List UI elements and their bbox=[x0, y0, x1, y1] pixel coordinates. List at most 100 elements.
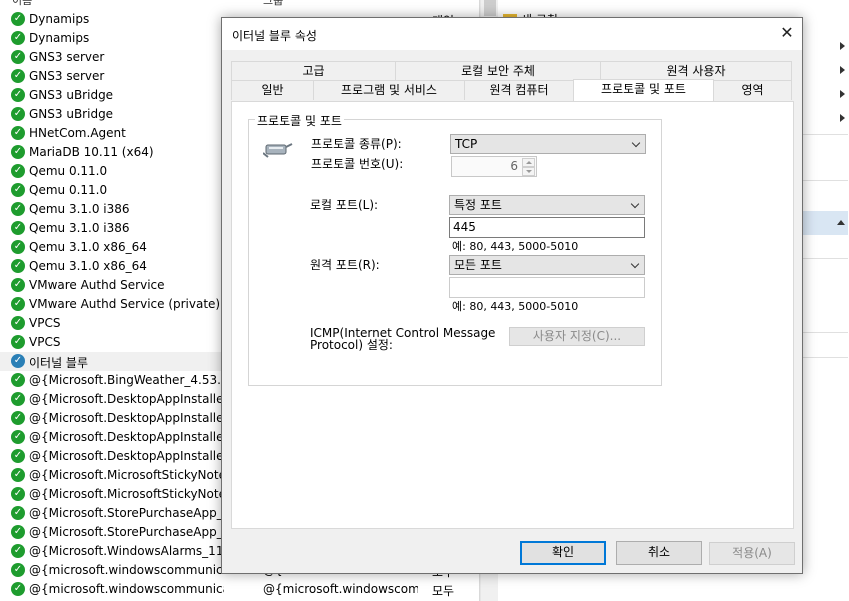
local-port-input[interactable]: 445 bbox=[449, 217, 645, 238]
enabled-check-icon: ✓ bbox=[11, 88, 25, 102]
remote-port-mode: 모든 포트 bbox=[454, 258, 502, 272]
tab-protocols-ports[interactable]: 프로토콜 및 포트 bbox=[573, 79, 714, 101]
enabled-check-icon: ✓ bbox=[11, 582, 25, 596]
row-name: Qemu 0.11.0 bbox=[29, 183, 108, 197]
submenu-arrow-icon bbox=[840, 66, 845, 74]
enabled-check-icon: ✓ bbox=[11, 563, 25, 577]
row-name: GNS3 uBridge bbox=[29, 88, 114, 102]
properties-dialog: 이터널 블루 속성 ✕ 고급 로컬 보안 주체 원격 사용자 일반 프로그램 및… bbox=[221, 17, 803, 574]
icmp-customize-button: 사용자 지정(C)... bbox=[509, 327, 645, 346]
tab-remote-users[interactable]: 원격 사용자 bbox=[600, 61, 792, 81]
enabled-check-icon: ✓ bbox=[11, 430, 25, 444]
enabled-check-icon: ✓ bbox=[11, 259, 25, 273]
table-row[interactable]: ✓ @{microsoft.windowscommunicationsa... @{… bbox=[0, 580, 480, 599]
divider bbox=[799, 180, 848, 181]
enabled-check-icon: ✓ bbox=[11, 297, 25, 311]
enabled-check-icon: ✓ bbox=[11, 468, 25, 482]
local-port-mode: 특정 포트 bbox=[454, 198, 502, 212]
row-name: @{Microsoft.DesktopAppInstaller_1. bbox=[29, 430, 224, 444]
row-name: GNS3 server bbox=[29, 69, 105, 83]
enabled-check-icon: ✓ bbox=[11, 31, 25, 45]
tab-scope[interactable]: 영역 bbox=[713, 80, 792, 100]
row-name: GNS3 uBridge bbox=[29, 107, 114, 121]
row-name: GNS3 server bbox=[29, 50, 105, 64]
submenu-arrow-icon bbox=[840, 114, 845, 122]
protocol-type-label: 프로토콜 종류(P): bbox=[311, 137, 402, 151]
enabled-check-icon: ✓ bbox=[11, 12, 25, 26]
remote-port-hint: 예: 80, 443, 5000-5010 bbox=[452, 300, 579, 313]
row-name: Dynamips bbox=[29, 31, 90, 45]
group-label: 프로토콜 및 포트 bbox=[255, 112, 344, 129]
row-name: MariaDB 10.11 (x64) bbox=[29, 145, 154, 159]
protocol-type-select[interactable]: TCP bbox=[450, 134, 646, 154]
row-name: @{Microsoft.DesktopAppInstaller_1. bbox=[29, 449, 224, 463]
row-name: VPCS bbox=[29, 316, 61, 330]
col-group-header[interactable]: 그룹 bbox=[263, 0, 283, 8]
spin-down-icon[interactable] bbox=[522, 167, 535, 176]
icmp-label: ICMP(Internet Control Message Protocol) … bbox=[310, 327, 495, 351]
row-name: Dynamips bbox=[29, 12, 90, 26]
enabled-check-icon: ✓ bbox=[11, 354, 25, 368]
row-name: Qemu 3.1.0 x86_64 bbox=[29, 259, 147, 273]
enabled-check-icon: ✓ bbox=[11, 202, 25, 216]
divider bbox=[799, 332, 848, 333]
enabled-check-icon: ✓ bbox=[11, 449, 25, 463]
remote-port-select[interactable]: 모든 포트 bbox=[449, 255, 645, 275]
ok-button[interactable]: 확인 bbox=[520, 541, 606, 565]
row-name: 이터널 블루 bbox=[29, 356, 89, 370]
enabled-check-icon: ✓ bbox=[11, 126, 25, 140]
enabled-check-icon: ✓ bbox=[11, 335, 25, 349]
row-name: @{Microsoft.DesktopAppInstaller_1. bbox=[29, 392, 224, 406]
tab-local-principals[interactable]: 로컬 보안 주체 bbox=[395, 61, 601, 81]
submenu-arrow-icon bbox=[840, 42, 845, 50]
row-name: @{Microsoft.MicrosoftStickyNotes_6 bbox=[29, 468, 224, 482]
remote-port-input bbox=[449, 277, 645, 298]
row-name: VPCS bbox=[29, 335, 61, 349]
row-name: Qemu 0.11.0 bbox=[29, 164, 108, 178]
enabled-check-icon: ✓ bbox=[11, 164, 25, 178]
enabled-check-icon: ✓ bbox=[11, 392, 25, 406]
col-name-header[interactable]: 이름 bbox=[12, 0, 32, 8]
section-header[interactable] bbox=[799, 211, 848, 235]
icmp-label-line2: Protocol) 설정: bbox=[310, 338, 393, 352]
row-name: HNetCom.Agent bbox=[29, 126, 126, 140]
row-group: @{microsoft.windowscom... bbox=[263, 582, 418, 596]
spin-up-icon[interactable] bbox=[522, 158, 535, 167]
row-name: @{microsoft.windowscommunicationsa... bbox=[29, 563, 224, 577]
dialog-titlebar[interactable]: 이터널 블루 속성 ✕ bbox=[222, 18, 802, 50]
row-name: @{Microsoft.StorePurchaseApp_224 bbox=[29, 506, 224, 520]
network-plug-icon bbox=[263, 143, 293, 158]
enabled-check-icon: ✓ bbox=[11, 278, 25, 292]
enabled-check-icon: ✓ bbox=[11, 240, 25, 254]
enabled-check-icon: ✓ bbox=[11, 107, 25, 121]
enabled-check-icon: ✓ bbox=[11, 506, 25, 520]
apply-button: 적용(A) bbox=[709, 542, 795, 565]
enabled-check-icon: ✓ bbox=[11, 221, 25, 235]
enabled-check-icon: ✓ bbox=[11, 525, 25, 539]
divider bbox=[799, 258, 848, 259]
enabled-check-icon: ✓ bbox=[11, 316, 25, 330]
remote-port-label: 원격 포트(R): bbox=[310, 258, 380, 272]
tab-advanced[interactable]: 고급 bbox=[231, 61, 396, 81]
protocol-type-value: TCP bbox=[455, 137, 478, 151]
tab-general[interactable]: 일반 bbox=[231, 80, 314, 100]
enabled-check-icon: ✓ bbox=[11, 544, 25, 558]
scroll-thumb[interactable] bbox=[484, 0, 496, 16]
protocol-number-value: 6 bbox=[510, 159, 518, 173]
tab-remote-computers[interactable]: 원격 컴퓨터 bbox=[464, 80, 574, 100]
protocol-number-stepper[interactable]: 6 bbox=[451, 156, 537, 177]
enabled-check-icon: ✓ bbox=[11, 145, 25, 159]
tab-programs-services[interactable]: 프로그램 및 서비스 bbox=[313, 80, 465, 100]
divider bbox=[799, 134, 848, 135]
dialog-title: 이터널 블루 속성 bbox=[232, 29, 317, 43]
row-name: VMware Authd Service bbox=[29, 278, 165, 292]
collapse-icon bbox=[837, 220, 845, 225]
local-port-select[interactable]: 특정 포트 bbox=[449, 195, 645, 215]
divider bbox=[799, 357, 848, 358]
enabled-check-icon: ✓ bbox=[11, 50, 25, 64]
cancel-button[interactable]: 취소 bbox=[616, 541, 702, 565]
list-header: 이름 그룹 bbox=[0, 0, 480, 7]
local-port-label: 로컬 포트(L): bbox=[310, 198, 379, 212]
close-icon[interactable]: ✕ bbox=[772, 18, 802, 48]
enabled-check-icon: ✓ bbox=[11, 411, 25, 425]
